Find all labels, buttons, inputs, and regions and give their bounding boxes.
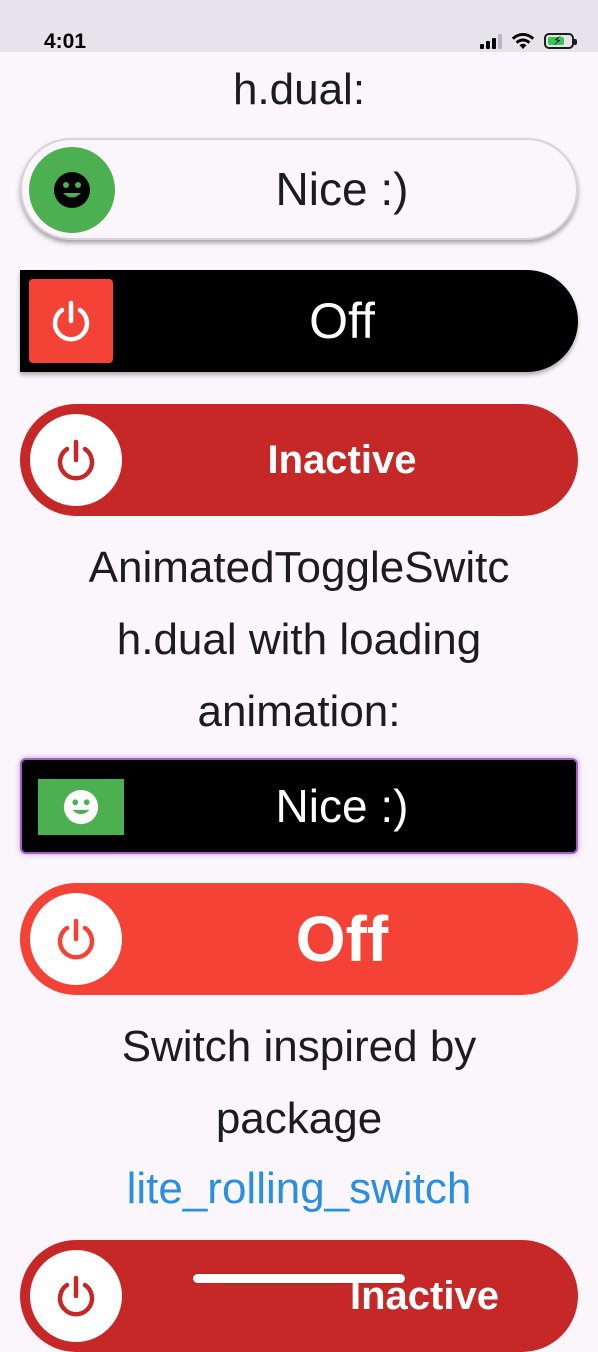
toggle-switch-rolling[interactable]: Inactive (20, 1240, 578, 1352)
section-title-dual: h.dual: (232, 65, 366, 114)
toggle-switch-inactive[interactable]: Inactive (20, 404, 578, 516)
home-indicator[interactable] (193, 1274, 405, 1283)
package-link[interactable]: lite_rolling_switch (0, 1153, 598, 1225)
battery-charging-icon: ⚡ (544, 33, 577, 49)
wifi-icon (511, 33, 535, 49)
switch-label: Inactive (267, 437, 417, 482)
toggle-switch-off-dark[interactable]: Off (20, 270, 578, 372)
status-icons: ⚡ (480, 32, 577, 50)
section-title-loading-line2: h.dual with loading (116, 615, 482, 664)
switch-label: Nice :) (275, 780, 409, 832)
section-title-inspired-line2: package (215, 1094, 383, 1143)
status-bar: 4:01 ⚡ (0, 0, 598, 53)
signal-icon (480, 33, 502, 49)
section-title-loading-line1: AnimatedToggleSwitc (88, 543, 510, 592)
toggle-switch-off-loading[interactable]: Off (20, 883, 578, 995)
section-title-loading-line3: animation: (197, 687, 401, 736)
switch-label: Off (295, 903, 389, 975)
toggle-switch-nice-loading[interactable]: Nice :) (20, 758, 578, 854)
toggle-switch-nice-light[interactable]: Nice :) (20, 138, 578, 240)
switch-label: Nice :) (275, 163, 409, 215)
switch-label: Off (309, 293, 375, 349)
section-title-inspired-line1: Switch inspired by (121, 1022, 477, 1071)
status-time: 4:01 (44, 30, 87, 53)
